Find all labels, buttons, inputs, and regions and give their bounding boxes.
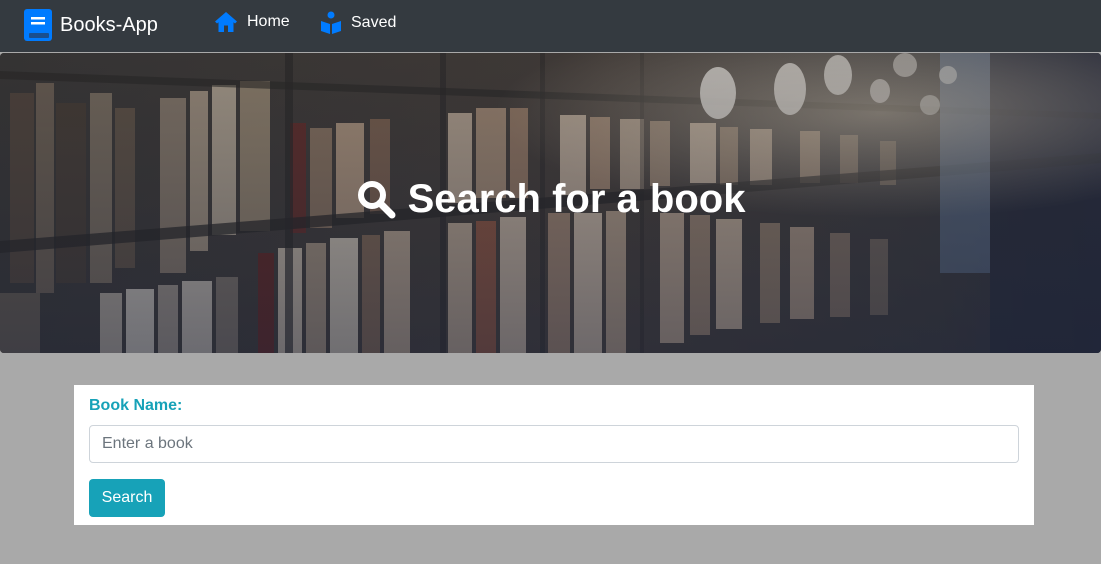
- book-icon: [24, 9, 52, 41]
- nav-home-link[interactable]: Home: [214, 11, 290, 33]
- book-name-label: Book Name:: [89, 397, 183, 414]
- search-icon: [357, 181, 396, 219]
- hero-banner: Search for a book: [0, 53, 1101, 353]
- reader-icon: [321, 11, 341, 34]
- hero-title-text: Search for a book: [407, 176, 746, 221]
- nav-saved-label: Saved: [351, 14, 397, 31]
- hero-title: Search for a book: [0, 171, 1101, 227]
- navbar: Books-App Home Saved: [0, 0, 1101, 52]
- search-button[interactable]: Search: [89, 479, 165, 517]
- nav-home-label: Home: [247, 13, 290, 30]
- brand-name: Books-App: [60, 14, 158, 36]
- brand-link[interactable]: Books-App: [24, 9, 158, 41]
- home-icon: [215, 12, 237, 32]
- book-search-input[interactable]: [89, 425, 1019, 463]
- nav-saved-link[interactable]: Saved: [320, 11, 396, 35]
- search-form: Book Name: Search: [74, 385, 1034, 525]
